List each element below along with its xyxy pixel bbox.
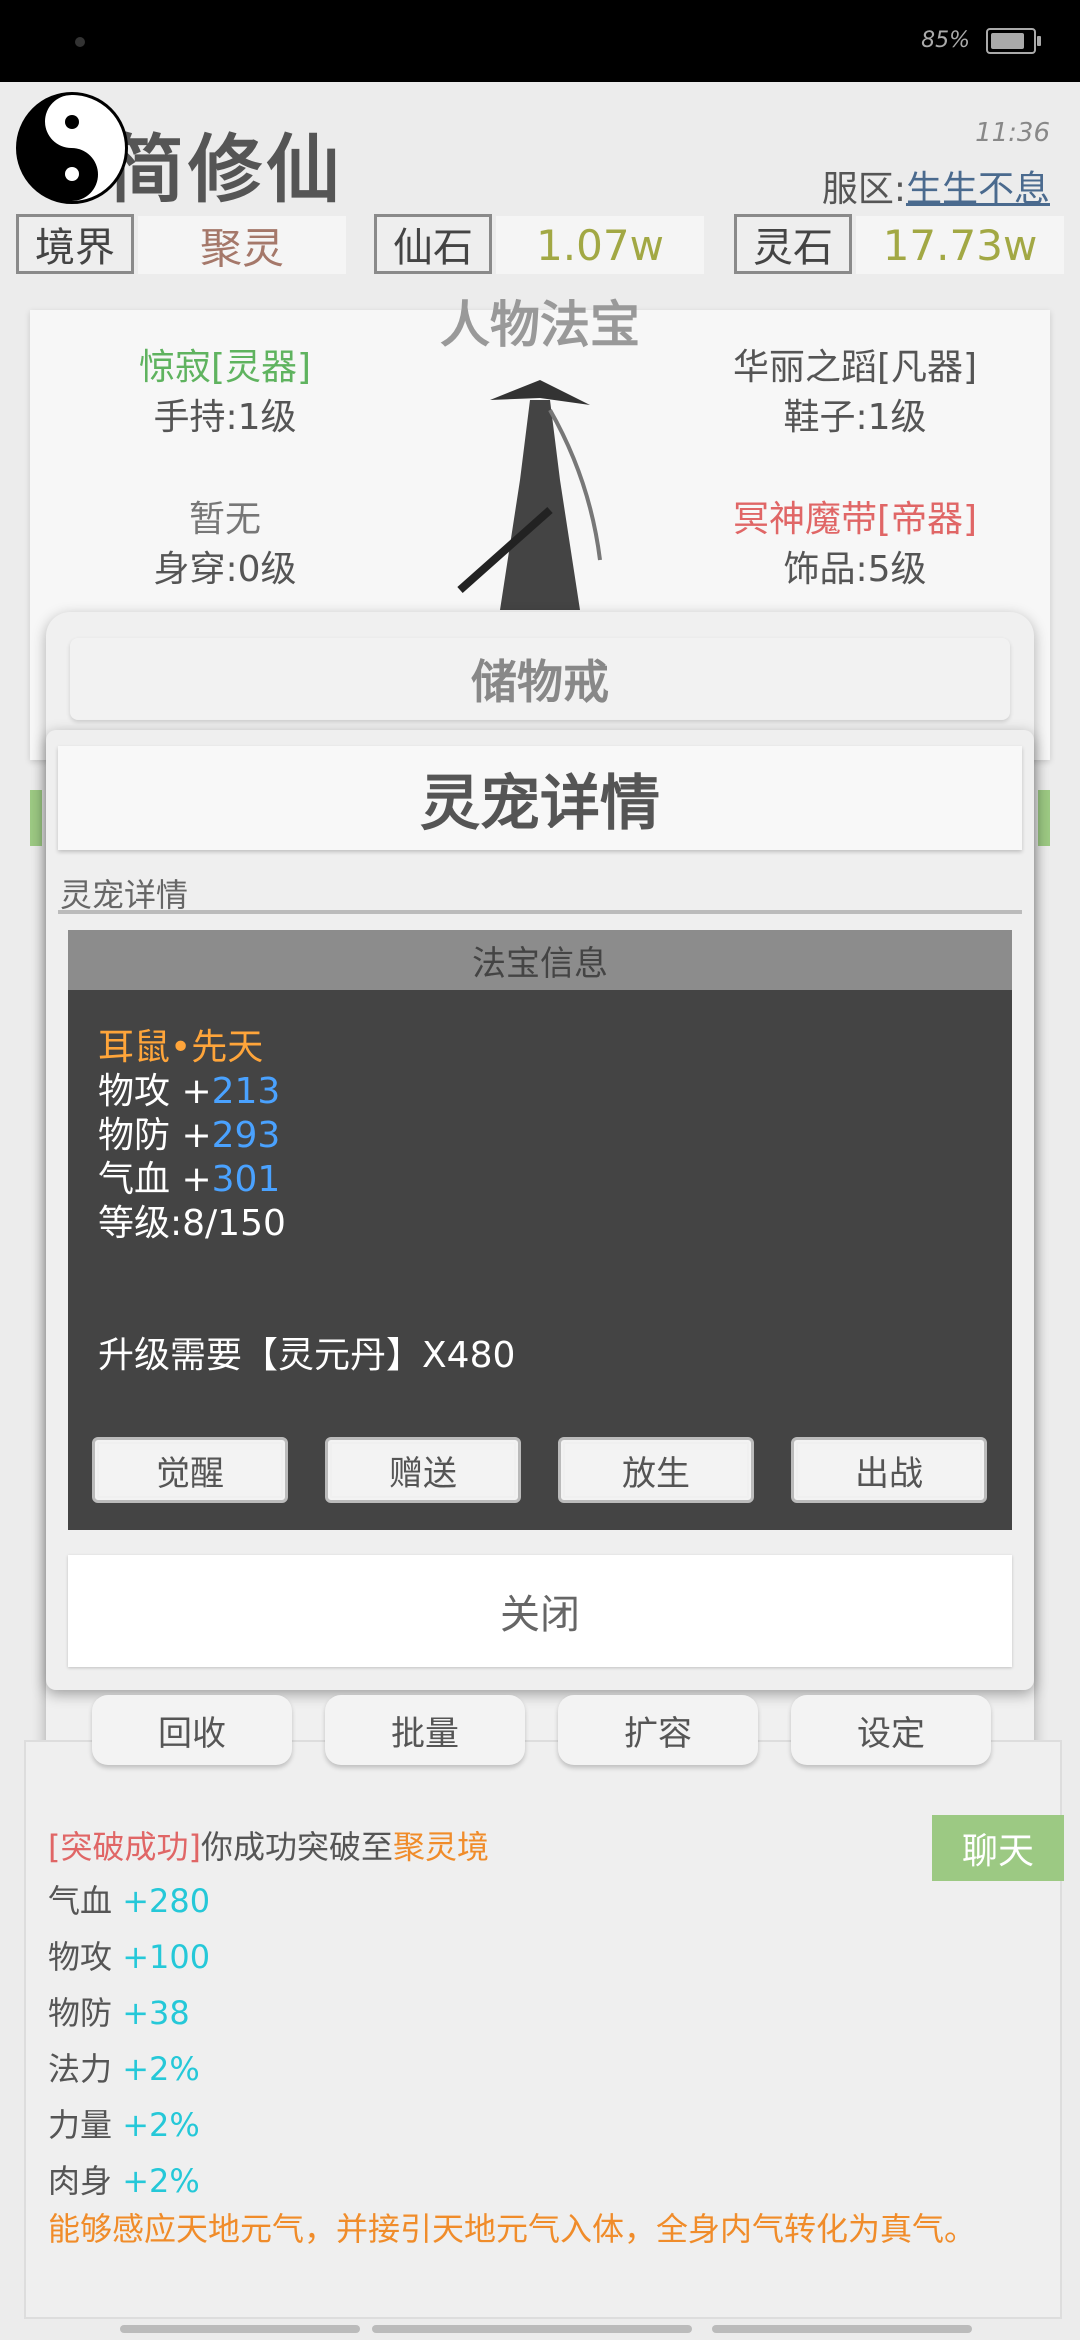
- battery-percent: 85%: [921, 28, 970, 53]
- shoes-slot: 鞋子:1级: [783, 397, 927, 438]
- armor-name[interactable]: 暂无: [45, 490, 405, 542]
- realm-value: 聚灵: [138, 216, 346, 274]
- immortal-stone-label: 仙石: [374, 214, 492, 274]
- server-info: 服区:生生不息: [822, 160, 1050, 212]
- release-button[interactable]: 放生: [558, 1437, 754, 1503]
- log-line: 物攻 +100: [48, 1938, 211, 1976]
- immortal-stone-value: 1.07w: [496, 216, 704, 274]
- battery-icon: [986, 28, 1041, 54]
- divider: [58, 910, 1022, 914]
- app-title: 简修仙: [110, 127, 344, 213]
- breakthrough-tag: [突破成功]: [48, 1828, 201, 1866]
- pet-level: 等级:8/150: [98, 1203, 286, 1244]
- upgrade-requirement: 升级需要【灵元丹】X480: [98, 1335, 516, 1376]
- accessory-name[interactable]: 冥神魔带[帝器]: [675, 490, 1035, 542]
- log-line: 肉身 +2%: [48, 2162, 200, 2200]
- log-line: 力量 +2%: [48, 2106, 200, 2144]
- realm-label: 境界: [16, 214, 134, 274]
- server-value[interactable]: 生生不息: [906, 169, 1050, 210]
- scrollbar[interactable]: [120, 2325, 360, 2333]
- scrollbar[interactable]: [712, 2325, 972, 2333]
- gift-button[interactable]: 赠送: [325, 1437, 521, 1503]
- settings-button[interactable]: 设定: [791, 1695, 991, 1765]
- storage-title: 储物戒: [70, 638, 1010, 720]
- info-header: 法宝信息: [68, 930, 1012, 990]
- chat-button[interactable]: 聊天: [932, 1815, 1064, 1881]
- character-figure-icon: [457, 380, 602, 610]
- yinyang-logo-icon: [16, 92, 128, 204]
- close-button[interactable]: 关闭: [68, 1555, 1012, 1667]
- camera-dot: [75, 37, 85, 47]
- clock: 11:36: [975, 118, 1050, 148]
- realm-description: 能够感应天地元气，并接引天地元气入体，全身内气转化为真气。: [48, 2210, 977, 2248]
- expand-button[interactable]: 扩容: [558, 1695, 758, 1765]
- log-line: 物防 +38: [48, 1994, 190, 2032]
- log-line: 法力 +2%: [48, 2050, 200, 2088]
- log-line: 气血 +280: [48, 1882, 211, 1920]
- breakthrough-realm: 聚灵境: [393, 1828, 490, 1866]
- scrollbar[interactable]: [372, 2325, 692, 2333]
- batch-button[interactable]: 批量: [325, 1695, 525, 1765]
- log-breakthrough: [突破成功]你成功突破至聚灵境: [48, 1822, 489, 1868]
- left-green-tab: [30, 790, 42, 846]
- spirit-stone-label: 灵石: [734, 214, 852, 274]
- weapon-slot: 手持:1级: [153, 397, 297, 438]
- status-bar: [0, 0, 1080, 82]
- deploy-button[interactable]: 出战: [791, 1437, 987, 1503]
- armor-slot: 身穿:0级: [153, 549, 297, 590]
- modal-title: 灵宠详情: [58, 746, 1022, 850]
- right-green-tab: [1038, 790, 1050, 846]
- recycle-button[interactable]: 回收: [92, 1695, 292, 1765]
- breakthrough-text: 你成功突破至: [200, 1828, 393, 1866]
- spirit-stone-value: 17.73w: [856, 216, 1064, 274]
- accessory-slot: 饰品:5级: [783, 549, 927, 590]
- weapon-name[interactable]: 惊寂[灵器]: [45, 338, 405, 390]
- server-label: 服区:: [821, 169, 906, 210]
- shoes-name[interactable]: 华丽之蹈[凡器]: [675, 338, 1035, 390]
- awaken-button[interactable]: 觉醒: [92, 1437, 288, 1503]
